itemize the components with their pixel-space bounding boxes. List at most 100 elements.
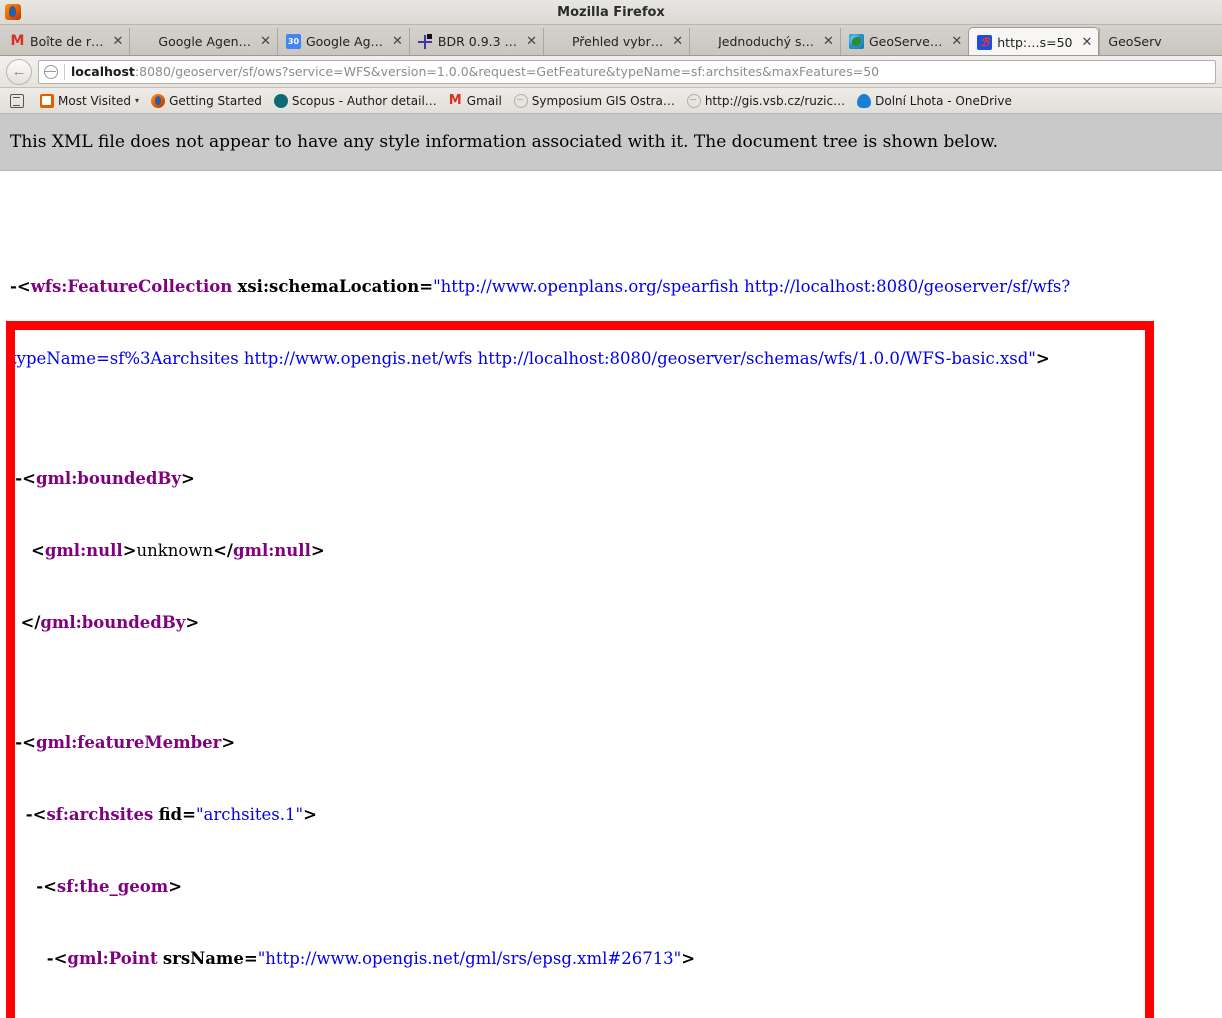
bookmark-symposium-gis[interactable]: Symposium GIS Ostra… bbox=[508, 93, 681, 108]
twisty-icon[interactable]: - bbox=[26, 805, 33, 824]
xml-attr-value: "archsites.1" bbox=[195, 805, 304, 824]
bookmark-scopus[interactable]: Scopus - Author detail… bbox=[268, 93, 443, 108]
close-icon[interactable]: ✕ bbox=[260, 35, 271, 48]
geoserver-globe-icon bbox=[848, 34, 864, 49]
gmail-icon: M bbox=[448, 92, 462, 108]
bookmark-label: Scopus - Author detail… bbox=[291, 93, 437, 108]
globe-icon bbox=[44, 64, 58, 79]
bookmark-label: Symposium GIS Ostra… bbox=[531, 93, 675, 108]
xml-attr-name: fid bbox=[158, 805, 183, 824]
twisty-icon[interactable]: - bbox=[10, 277, 17, 296]
window-title: Mozilla Firefox bbox=[557, 4, 665, 20]
xml-tag-name: sf:archsites bbox=[46, 805, 154, 824]
xml-text-value: unknown bbox=[136, 541, 214, 560]
firefox-icon bbox=[151, 93, 166, 108]
browser-tab-8[interactable]: GeoServ bbox=[1099, 28, 1167, 55]
bookmark-most-visited[interactable]: Most Visited ▾ bbox=[34, 93, 145, 108]
close-icon[interactable]: ✕ bbox=[951, 35, 962, 48]
xml-line-root: -<wfs:FeatureCollection xsi:schemaLocati… bbox=[10, 277, 1071, 296]
gmail-icon: M bbox=[10, 33, 25, 49]
xml-tag-name: gml:null bbox=[232, 541, 311, 560]
xml-tag-name: wfs:FeatureCollection bbox=[30, 277, 233, 296]
url-path: :8080/geoserver/sf/ows?service=WFS&versi… bbox=[134, 64, 880, 79]
bookmark-label: Getting Started bbox=[169, 93, 262, 108]
bookmarks-toolbar: Most Visited ▾ Getting Started Scopus - … bbox=[0, 88, 1222, 114]
bookmark-label: Gmail bbox=[466, 93, 502, 108]
page-content: This XML file does not appear to have an… bbox=[0, 114, 1222, 1018]
calendar-icon: 30 bbox=[285, 34, 301, 49]
tab-label: Boîte de r… bbox=[30, 34, 104, 49]
most-visited-icon bbox=[40, 93, 54, 108]
browser-tab-2[interactable]: 30 Google Ag… ✕ bbox=[276, 28, 409, 55]
browser-tab-3[interactable]: BDR 0.9.3 … ✕ bbox=[408, 28, 543, 55]
tab-label: Google Agen… bbox=[158, 34, 252, 49]
xml-attr-name: srsName bbox=[162, 949, 244, 968]
xml-attr-value-cont: typeName=sf%3Aarchsites http://www.openg… bbox=[10, 349, 1036, 368]
url-divider bbox=[64, 63, 65, 80]
window-titlebar: Mozilla Firefox bbox=[0, 0, 1222, 25]
twisty-icon[interactable]: - bbox=[47, 949, 54, 968]
close-icon[interactable]: ✕ bbox=[526, 35, 537, 48]
xml-attr-name: xsi:schemaLocation bbox=[237, 277, 420, 296]
bookmark-gis-vsb[interactable]: http://gis.vsb.cz/ruzic… bbox=[681, 93, 851, 108]
xml-attr-value: "http://www.opengis.net/gml/srs/epsg.xml… bbox=[257, 949, 682, 968]
url-host: localhost bbox=[71, 64, 135, 79]
xml-file-icon: ℬ bbox=[977, 34, 993, 50]
url-text: localhost:8080/geoserver/sf/ows?service=… bbox=[71, 64, 879, 79]
blank-icon bbox=[698, 34, 713, 49]
close-icon[interactable]: ✕ bbox=[672, 35, 683, 48]
xml-tag-name: gml:boundedBy bbox=[40, 613, 186, 632]
browser-tab-0[interactable]: M Boîte de r… ✕ bbox=[2, 28, 129, 55]
close-icon[interactable]: ✕ bbox=[392, 35, 403, 48]
sidebar-icon bbox=[10, 93, 24, 108]
back-button[interactable]: ← bbox=[6, 58, 32, 85]
xml-document-tree: -<wfs:FeatureCollection xsi:schemaLocati… bbox=[0, 171, 1222, 1018]
bdr-icon bbox=[417, 34, 433, 49]
browser-tab-6[interactable]: GeoServe… ✕ bbox=[839, 28, 968, 55]
xml-no-stylesheet-notice: This XML file does not appear to have an… bbox=[0, 114, 1222, 171]
xml-line-point-open: -<gml:Point srsName="http://www.opengis.… bbox=[46, 949, 696, 968]
scopus-icon bbox=[273, 93, 288, 108]
bookmark-label: Dolní Lhota - OneDrive bbox=[875, 93, 1012, 108]
bookmark-label: Most Visited bbox=[58, 93, 132, 108]
xml-attr-value: "http://www.openplans.org/spearfish http… bbox=[433, 277, 1071, 296]
browser-tab-5[interactable]: Jednoduchý s… ✕ bbox=[689, 28, 840, 55]
firefox-logo-icon bbox=[5, 4, 21, 20]
xml-line-root-cont: typeName=sf%3Aarchsites http://www.openg… bbox=[10, 349, 1050, 368]
xml-tag-name: gml:Point bbox=[67, 949, 158, 968]
browser-tab-7-active[interactable]: ℬ http:…s=50 ✕ bbox=[968, 27, 1100, 55]
xml-line-boundedby-open: -<gml:boundedBy> bbox=[15, 469, 195, 488]
generic-page-icon bbox=[513, 93, 528, 108]
tab-label: Google Ag… bbox=[305, 34, 384, 49]
chevron-down-icon[interactable]: ▾ bbox=[135, 96, 139, 105]
bookmark-onedrive[interactable]: Dolní Lhota - OneDrive bbox=[851, 93, 1018, 108]
bookmark-label: http://gis.vsb.cz/ruzic… bbox=[704, 93, 846, 108]
browser-tab-1[interactable]: Google Agen… ✕ bbox=[129, 28, 277, 55]
xml-line-geom-open: -<sf:the_geom> bbox=[36, 877, 183, 896]
xml-tag-name: sf:the_geom bbox=[56, 877, 169, 896]
bookmark-sidebar-toggle[interactable] bbox=[4, 93, 34, 108]
bookmark-getting-started[interactable]: Getting Started bbox=[145, 93, 268, 108]
xml-line-fm-open: -<gml:featureMember> bbox=[15, 733, 236, 752]
generic-page-icon bbox=[686, 93, 701, 108]
close-icon[interactable]: ✕ bbox=[113, 35, 124, 48]
xml-line-feature-open: -<sf:archsites fid="archsites.1"> bbox=[25, 805, 317, 824]
xml-tag-name: gml:null bbox=[44, 541, 123, 560]
tab-label: http:…s=50 bbox=[997, 34, 1073, 50]
tab-label: GeoServe… bbox=[868, 34, 943, 49]
close-icon[interactable]: ✕ bbox=[1082, 36, 1093, 49]
xml-tag-name: gml:featureMember bbox=[35, 733, 222, 752]
tab-label: BDR 0.9.3 … bbox=[437, 34, 518, 49]
bookmark-gmail[interactable]: M Gmail bbox=[443, 92, 508, 108]
navigation-toolbar: ← localhost:8080/geoserver/sf/ows?servic… bbox=[0, 56, 1222, 88]
tab-label: GeoServ bbox=[1108, 34, 1162, 49]
tab-label: Jednoduchý s… bbox=[718, 34, 815, 49]
browser-tab-4[interactable]: Přehled vybr… ✕ bbox=[542, 28, 689, 55]
close-icon[interactable]: ✕ bbox=[823, 35, 834, 48]
xml-tag-name: gml:boundedBy bbox=[35, 469, 181, 488]
onedrive-icon bbox=[857, 93, 872, 108]
tab-strip[interactable]: M Boîte de r… ✕ Google Agen… ✕ 30 Google… bbox=[0, 25, 1222, 56]
url-bar[interactable]: localhost:8080/geoserver/sf/ows?service=… bbox=[38, 59, 1216, 84]
xml-line-null: <gml:null>unknown</gml:null> bbox=[30, 541, 325, 560]
blank-icon bbox=[138, 34, 153, 49]
